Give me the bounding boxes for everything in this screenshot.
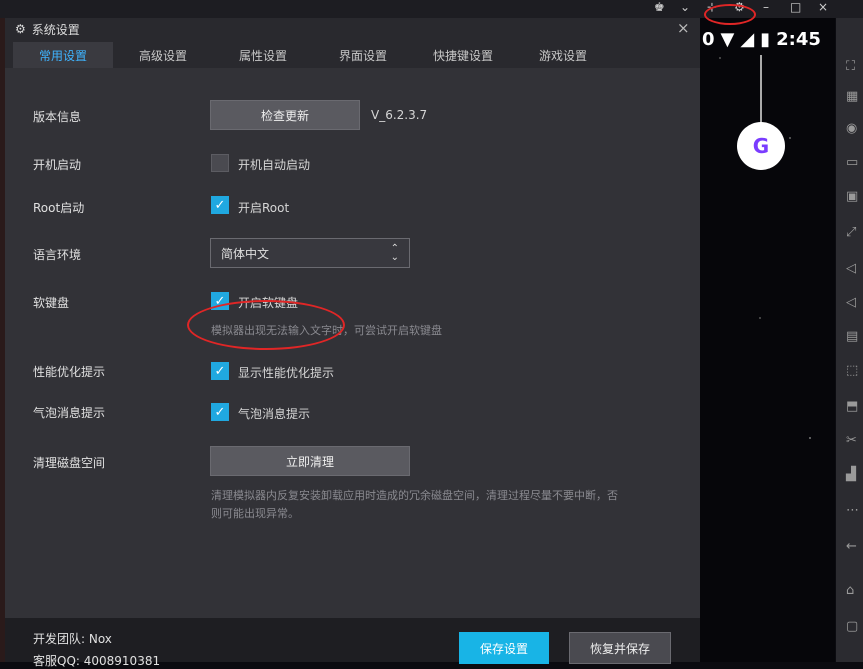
root-checkbox-label[interactable]: 开启Root [238,199,289,216]
bubble-label: 气泡消息提示 [33,406,106,420]
toolbar-more-icon[interactable]: ⋯ [846,504,860,518]
tab-properties[interactable]: 属性设置 [213,42,313,68]
perf-checkbox[interactable]: ✓ [211,362,229,380]
dialog-close-button[interactable]: × [677,19,690,37]
toolbar-back-icon[interactable]: ← [846,540,860,554]
tab-shortcuts[interactable]: 快捷键设置 [413,42,513,68]
tab-interface[interactable]: 界面设置 [313,42,413,68]
dev-team-text: 开发团队: Nox [33,632,112,646]
toolbar-scissors-icon[interactable]: ✂ [846,434,860,448]
tab-games[interactable]: 游戏设置 [513,42,613,68]
wifi-icon: ▼ [720,28,735,50]
version-label: 版本信息 [33,110,82,124]
save-settings-button[interactable]: 保存设置 [459,632,549,664]
disk-label: 清理磁盘空间 [33,456,106,470]
gear-icon: ⚙ [15,22,26,36]
floating-ball[interactable]: G [737,122,785,170]
check-update-button[interactable]: 检查更新 [210,100,360,130]
toolbar-fullscreen-icon[interactable]: ⛶ [846,60,860,74]
close-window-button[interactable]: × [818,0,828,14]
language-value: 简体中文 [221,246,270,261]
perf-label: 性能优化提示 [33,365,106,379]
version-value: V_6.2.3.7 [371,108,428,122]
chevron-down-icon[interactable]: ⌄ [680,0,690,14]
softkeyboard-label: 软键盘 [33,296,70,310]
right-toolbar: ⛶ ▦ ◉ ▭ ▣ ⤢ ◁ ◁ ▤ ⬚ ⬒ ✂ ▟ ⋯ ← ⌂ ▢ [836,18,863,662]
root-checkbox[interactable]: ✓ [211,196,229,214]
signal-value: 0 [702,28,715,50]
shirt-icon[interactable]: ♚ [654,0,665,14]
toolbar-keyboard-icon[interactable]: ▦ [846,90,860,104]
autostart-label: 开机启动 [33,158,82,172]
clean-now-button[interactable]: 立即清理 [210,446,410,476]
pendulum-string [760,55,762,130]
dialog-title: 系统设置 [31,22,80,37]
annotation-ellipse-softkeyboard [187,300,345,350]
bubble-checkbox[interactable]: ✓ [211,403,229,421]
toolbar-keyboard2-icon[interactable]: ▤ [846,330,860,344]
toolbar-multi-icon[interactable]: ▟ [846,468,860,482]
toolbar-expand-icon[interactable]: ⤢ [846,226,860,240]
language-select[interactable]: 简体中文 ⌃ ⌄ [210,238,410,268]
updown-chevron-icon: ⌃ ⌄ [390,243,399,263]
android-screen [700,18,835,662]
bubble-checkbox-label[interactable]: 气泡消息提示 [238,405,310,422]
check-icon: ✓ [214,363,226,379]
minimize-button[interactable]: – [763,0,769,14]
floating-ball-letter: G [752,134,770,158]
status-bar: 0 ▼ ◢ ▮ 2:45 [702,25,821,53]
tab-general[interactable]: 常用设置 [13,42,113,68]
autostart-checkbox[interactable] [211,154,229,172]
status-time: 2:45 [776,28,821,50]
check-icon: ✓ [214,404,226,420]
toolbar-volume-up-icon[interactable]: ◁ [846,296,860,310]
annotation-circle-settings [704,4,756,25]
check-icon: ✓ [214,197,226,213]
toolbar-location-icon[interactable]: ◉ [846,122,860,136]
autostart-checkbox-label[interactable]: 开机自动启动 [238,156,310,173]
toolbar-apk-install-icon[interactable]: ⬒ [846,400,860,414]
dialog-title-bar: ⚙ 系统设置 [15,18,80,40]
toolbar-recent-icon[interactable]: ▢ [846,620,860,634]
toolbar-screen-icon[interactable]: ▭ [846,156,860,170]
maximize-button[interactable]: □ [790,0,801,14]
language-label: 语言环境 [33,248,82,262]
restore-and-save-button[interactable]: 恢复并保存 [569,632,671,664]
settings-panel [5,68,700,618]
disk-hint-line2: 则可能出现异常。 [211,507,299,520]
cell-icon: ◢ [740,28,755,50]
battery-icon: ▮ [760,28,771,50]
tab-bar: 常用设置 高级设置 属性设置 界面设置 快捷键设置 游戏设置 [13,42,613,68]
toolbar-screenshot-icon[interactable]: ⬚ [846,364,860,378]
settings-dialog: ⚙ 系统设置 × 常用设置 高级设置 属性设置 界面设置 快捷键设置 游戏设置 … [5,18,700,618]
root-label: Root启动 [33,201,85,215]
perf-checkbox-label[interactable]: 显示性能优化提示 [238,364,334,381]
toolbar-home-icon[interactable]: ⌂ [846,584,860,598]
disk-hint-line1: 清理模拟器内反复安装卸载应用时造成的冗余磁盘空间，清理过程尽量不要中断，否 [211,489,618,502]
toolbar-apk-icon[interactable]: ▣ [846,190,860,204]
support-qq-text: 客服QQ: 4008910381 [33,654,161,668]
tab-advanced[interactable]: 高级设置 [113,42,213,68]
toolbar-volume-down-icon[interactable]: ◁ [846,262,860,276]
